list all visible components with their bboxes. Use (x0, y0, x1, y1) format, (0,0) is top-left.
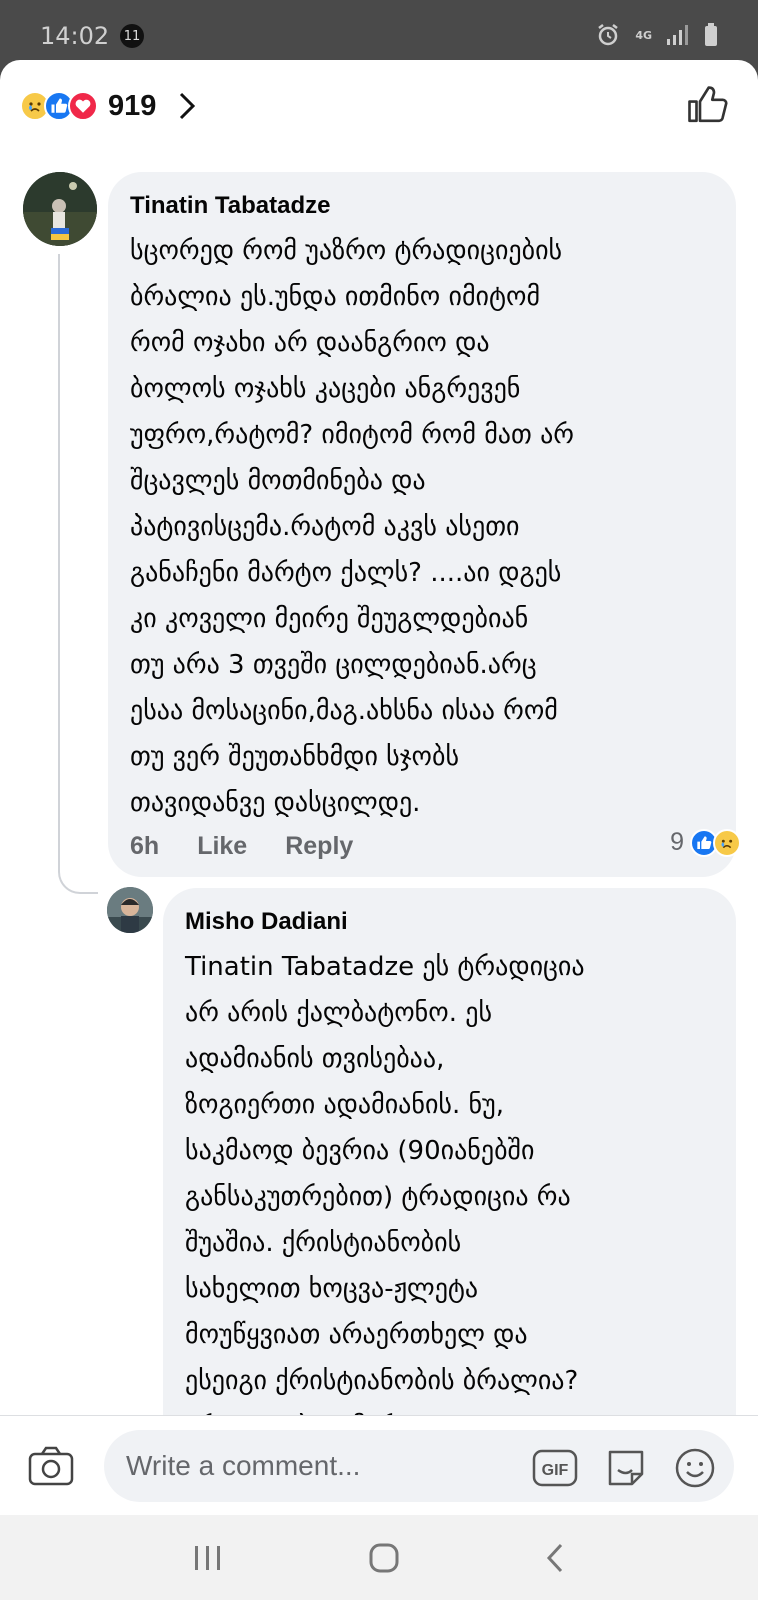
like-button[interactable]: Like (197, 832, 247, 861)
reply-bubble: Misho Dadiani Tinatin Tabatadze ეს ტრადი… (163, 888, 736, 1415)
status-time: 14:02 (40, 22, 110, 50)
love-reaction-icon (68, 91, 98, 121)
reactions-summary[interactable]: 919 (20, 86, 196, 126)
camera-icon[interactable] (28, 1446, 74, 1486)
comment-bubble: Tinatin Tabatadze სცორედ რომ უაზრო ტრადი… (108, 172, 736, 877)
comment-text: Tinatin Tabatadze ეს ტრადიცია არ არის ქა… (185, 952, 585, 1415)
status-bar: 14:02 11 4G (0, 0, 758, 62)
home-icon[interactable] (368, 1542, 400, 1574)
avatar[interactable] (107, 887, 153, 933)
network-type-label: 4G (635, 28, 652, 42)
like-thumb-icon[interactable] (686, 84, 728, 126)
reaction-count: 919 (108, 89, 157, 122)
svg-text:GIF: GIF (542, 1462, 569, 1479)
alarm-icon (598, 24, 619, 46)
reply-thread-line (58, 254, 98, 894)
system-navigation-bar (0, 1515, 758, 1600)
chevron-right-icon (180, 92, 196, 120)
signal-icon (667, 25, 688, 45)
back-icon[interactable] (544, 1542, 566, 1574)
composer-icons: GIF (532, 1446, 716, 1490)
sticker-icon[interactable] (604, 1446, 648, 1490)
comment-text: სცორედ რომ უაზრო ტრადიციების ბრალია ეს.უ… (130, 236, 574, 818)
comments-sheet: 919 Tinatin Tabatadze სცორედ რომ უაზრო ტ… (0, 60, 758, 1415)
notification-badge: 11 (120, 24, 144, 48)
comment-reactions[interactable]: 9 (670, 828, 741, 857)
reply-button[interactable]: Reply (285, 832, 353, 861)
emoji-icon[interactable] (674, 1447, 716, 1489)
recent-apps-icon[interactable] (192, 1544, 224, 1572)
sad-reaction-icon (713, 828, 741, 857)
comment-composer: GIF (0, 1415, 758, 1515)
status-icons: 4G (595, 22, 718, 48)
comment-actions: 6h Like Reply (130, 832, 353, 861)
comment-timestamp: 6h (130, 832, 160, 860)
comment-author[interactable]: Tinatin Tabatadze (130, 190, 712, 222)
comment-reaction-count: 9 (670, 828, 684, 856)
battery-icon (705, 23, 717, 46)
avatar[interactable] (23, 172, 97, 246)
gif-icon[interactable]: GIF (532, 1449, 578, 1487)
comment-author[interactable]: Misho Dadiani (185, 906, 712, 938)
